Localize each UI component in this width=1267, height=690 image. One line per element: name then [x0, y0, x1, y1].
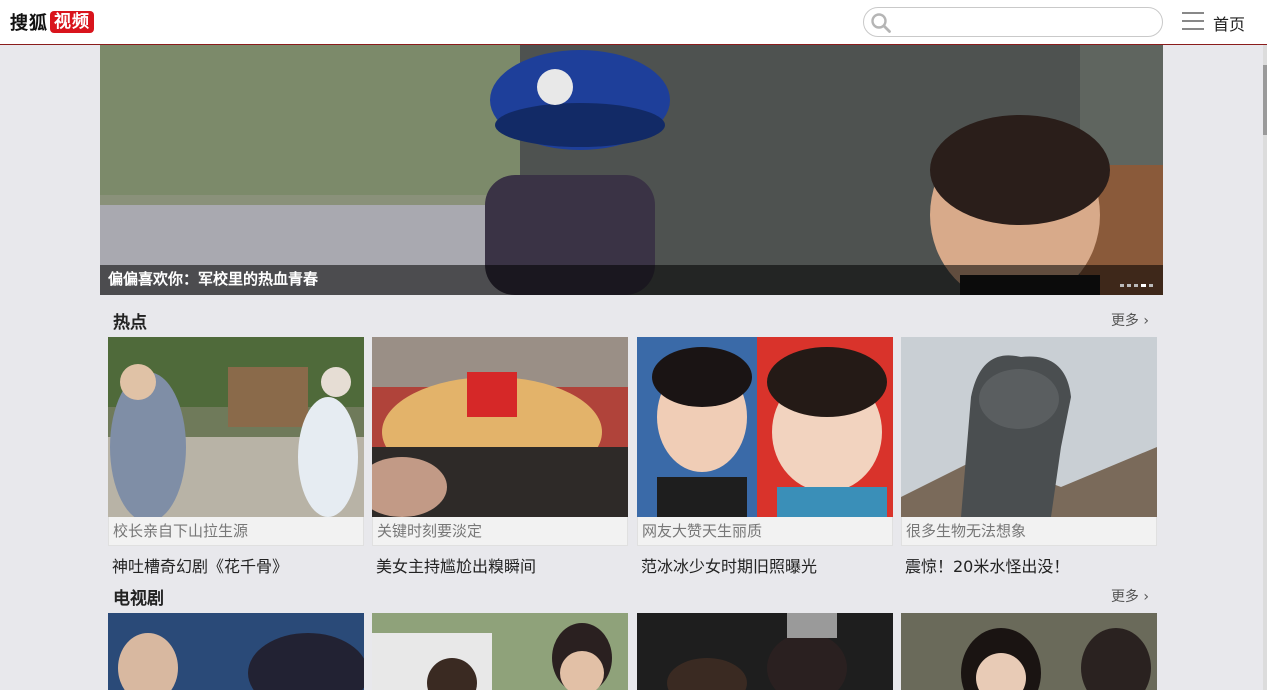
card-title[interactable]: 震惊！20米水怪出没！ — [901, 553, 1157, 577]
banner-dot[interactable] — [1127, 284, 1131, 287]
banner-dot[interactable] — [1120, 284, 1124, 287]
top-header: 搜狐 视频 首页 — [0, 0, 1267, 45]
video-card[interactable] — [108, 613, 364, 690]
video-card[interactable]: 关键时刻要淡定 美女主持尴尬出糗瞬间 — [372, 337, 628, 577]
video-thumbnail[interactable] — [372, 613, 628, 690]
video-thumbnail[interactable] — [901, 337, 1157, 517]
video-thumbnail[interactable] — [637, 613, 893, 690]
search-input[interactable] — [896, 12, 1151, 32]
scrollbar-thumb[interactable] — [1263, 65, 1267, 135]
section-title: 热点 — [113, 313, 147, 333]
hero-banner[interactable]: 偏偏喜欢你：军校里的热血青春 — [100, 45, 1163, 295]
video-card[interactable]: 校长亲自下山拉生源 神吐槽奇幻剧《花千骨》 — [108, 337, 364, 577]
card-tag: 很多生物无法想象 — [901, 517, 1157, 546]
card-title[interactable]: 神吐槽奇幻剧《花千骨》 — [108, 553, 364, 577]
card-title[interactable]: 美女主持尴尬出糗瞬间 — [372, 553, 628, 577]
banner-dot[interactable] — [1149, 284, 1153, 287]
video-card[interactable] — [637, 613, 893, 690]
banner-dot[interactable] — [1134, 284, 1138, 287]
sohu-video-logo[interactable]: 搜狐 视频 — [10, 10, 94, 34]
banner-image — [100, 45, 1163, 295]
banner-title[interactable]: 偏偏喜欢你：军校里的热血青春 — [108, 268, 318, 289]
section-tv-header: 电视剧 更多 › — [100, 582, 1163, 609]
video-thumbnail[interactable] — [901, 613, 1157, 690]
video-card[interactable]: 网友大赞天生丽质 范冰冰少女时期旧照曝光 — [637, 337, 893, 577]
video-card[interactable] — [901, 613, 1157, 690]
video-card[interactable]: 很多生物无法想象 震惊！20米水怪出没！ — [901, 337, 1157, 577]
card-title[interactable]: 范冰冰少女时期旧照曝光 — [637, 553, 893, 577]
more-link[interactable]: 更多 › — [1111, 310, 1149, 330]
logo-text: 搜狐 — [10, 13, 48, 34]
scrollbar[interactable] — [1263, 45, 1267, 690]
search-box[interactable] — [863, 7, 1163, 37]
video-thumbnail[interactable] — [108, 337, 364, 517]
video-thumbnail[interactable] — [108, 613, 364, 690]
video-thumbnail[interactable] — [372, 337, 628, 517]
more-link[interactable]: 更多 › — [1111, 586, 1149, 606]
card-tag: 关键时刻要淡定 — [372, 517, 628, 546]
menu-icon[interactable] — [1182, 12, 1204, 30]
section-title: 电视剧 — [113, 589, 164, 609]
logo-badge: 视频 — [50, 11, 94, 33]
video-card[interactable] — [372, 613, 628, 690]
section-hot-header: 热点 更多 › — [100, 306, 1163, 333]
card-tag: 校长亲自下山拉生源 — [108, 517, 364, 546]
banner-dot-active[interactable] — [1141, 284, 1146, 287]
search-icon[interactable] — [871, 13, 891, 33]
home-link[interactable]: 首页 — [1213, 11, 1245, 35]
video-thumbnail[interactable] — [637, 337, 893, 517]
card-tag: 网友大赞天生丽质 — [637, 517, 893, 546]
banner-pagination — [1120, 284, 1153, 287]
